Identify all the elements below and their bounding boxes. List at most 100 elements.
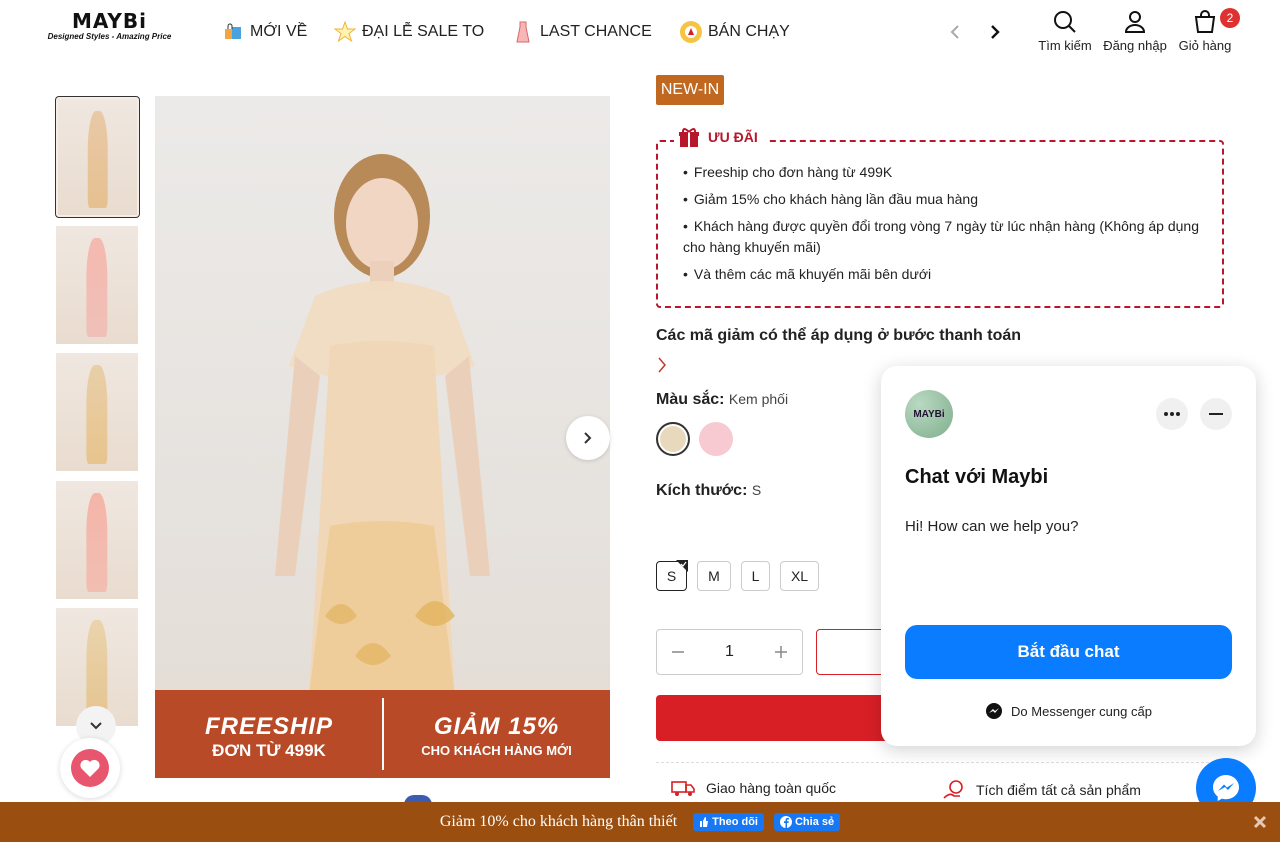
size-option-m[interactable]: M xyxy=(697,561,731,591)
search-button[interactable]: Tìm kiếm xyxy=(1029,10,1101,53)
chat-powered-label: Do Messenger cung cấp xyxy=(1011,703,1152,719)
delivery-truck-icon xyxy=(671,781,695,796)
user-icon xyxy=(1124,11,1146,33)
thumbs-up-icon xyxy=(700,817,709,827)
dress-icon xyxy=(512,21,534,43)
offer-title-label: ƯU ĐÃI xyxy=(708,129,758,145)
size-row: Kích thước: S xyxy=(656,482,761,500)
fb-follow-label: Theo dõi xyxy=(712,816,758,828)
chat-minimize-button[interactable] xyxy=(1200,398,1232,430)
points-hand-icon xyxy=(943,780,963,799)
cart-icon xyxy=(1194,10,1216,33)
quantity-value[interactable]: 1 xyxy=(725,643,734,661)
chat-more-button[interactable] xyxy=(1156,398,1188,430)
facebook-icon xyxy=(779,816,792,828)
perk-shipping-label: Giao hàng toàn quốc xyxy=(706,780,836,796)
divider xyxy=(656,762,1224,763)
plus-icon[interactable] xyxy=(774,645,788,659)
close-bar-button[interactable] xyxy=(1250,812,1270,832)
bestseller-badge-icon xyxy=(680,21,702,43)
quantity-stepper: 1 xyxy=(656,629,803,675)
nav-item-ban-chay[interactable]: BÁN CHẠY xyxy=(680,20,790,44)
product-main-image[interactable] xyxy=(155,96,610,778)
thumbnail-3[interactable] xyxy=(56,353,138,471)
cart-label: Giỏ hàng xyxy=(1178,38,1232,53)
maybi-logo[interactable]: MAYBi Designed Styles - Amazing Price xyxy=(47,10,172,44)
gift-icon xyxy=(679,128,699,147)
size-option-l[interactable]: L xyxy=(741,561,770,591)
cart-count-badge: 2 xyxy=(1220,8,1240,28)
messenger-chat-widget: MAYBi Chat với Maybi Hi! How can we help… xyxy=(881,366,1256,746)
minus-icon[interactable] xyxy=(671,645,685,659)
nav-next-button[interactable] xyxy=(985,22,1005,42)
start-chat-button[interactable]: Bắt đầu chat xyxy=(905,625,1232,679)
promo-freeship-sub: ĐƠN TỪ 499K xyxy=(212,741,326,760)
chevron-right-icon xyxy=(991,25,1000,39)
thumbnail-4[interactable] xyxy=(56,481,138,599)
promo-discount-title: GIẢM 15% xyxy=(433,713,560,740)
login-button[interactable]: Đăng nhập xyxy=(1099,10,1171,53)
nav-item-last-chance[interactable]: LAST CHANCE xyxy=(512,20,652,44)
nav-prev-button[interactable] xyxy=(945,22,965,42)
thumbnail-1[interactable] xyxy=(55,96,140,218)
close-icon xyxy=(1253,815,1267,829)
coupon-expand-button[interactable] xyxy=(656,355,668,380)
fb-share-label: Chia sẻ xyxy=(794,816,835,828)
chevron-left-icon xyxy=(950,25,959,39)
chat-powered-by: Do Messenger cung cấp xyxy=(881,702,1256,720)
check-icon xyxy=(676,560,688,572)
size-option-label: L xyxy=(751,568,760,584)
more-dots-icon xyxy=(1164,412,1180,416)
loyalty-text: Giảm 10% cho khách hàng thân thiết xyxy=(439,813,678,830)
size-label: Kích thước: xyxy=(656,482,748,499)
color-swatch-kem-phoi[interactable] xyxy=(656,422,690,456)
promo-freeship-title: FREESHIP xyxy=(204,713,334,740)
offer-item: Và thêm các mã khuyến mãi bên dưới xyxy=(683,264,1208,285)
nav-label: ĐẠI LỄ SALE TO xyxy=(362,23,485,40)
messenger-icon xyxy=(1213,775,1239,801)
perk-points-label: Tích điểm tất cả sản phẩm xyxy=(976,782,1141,798)
perk-points: Tích điểm tất cả sản phẩm xyxy=(942,778,1141,802)
fb-follow-button[interactable]: Theo dõi xyxy=(693,813,764,831)
nav-item-moi-ve[interactable]: MỚI VỀ xyxy=(222,20,307,44)
logo-tagline: Designed Styles - Amazing Price xyxy=(47,32,172,41)
sale-star-icon xyxy=(334,21,356,43)
nav-label: LAST CHANCE xyxy=(540,23,652,40)
offer-list: Freeship cho đơn hàng từ 499K Giảm 15% c… xyxy=(683,162,1208,291)
chevron-right-icon xyxy=(584,432,592,444)
nav-label: MỚI VỀ xyxy=(250,23,308,40)
shopping-bags-icon xyxy=(222,21,244,43)
image-next-button[interactable] xyxy=(566,416,610,460)
promo-freeship: FREESHIP ĐƠN TỪ 499K xyxy=(155,690,383,778)
nav-item-dai-le-sale-to[interactable]: ĐẠI LỄ SALE TO xyxy=(334,20,484,44)
chevron-right-icon xyxy=(658,357,666,373)
chevron-down-icon xyxy=(90,722,102,730)
heart-icon xyxy=(80,759,100,777)
logo-wordmark: MAYBi xyxy=(71,9,148,33)
model-photo xyxy=(275,154,490,696)
offer-title: ƯU ĐÃI xyxy=(674,126,766,148)
perk-shipping: Giao hàng toàn quốc xyxy=(670,778,836,798)
site-header: MAYBi Designed Styles - Amazing Price MỚ… xyxy=(0,0,1280,66)
size-value: S xyxy=(751,482,762,498)
chat-greeting: Hi! How can we help you? xyxy=(905,518,1079,535)
chat-avatar: MAYBi xyxy=(905,390,953,438)
color-value: Kem phối xyxy=(728,391,789,407)
loyalty-bar: Giảm 10% cho khách hàng thân thiết Theo … xyxy=(0,802,1280,842)
color-label: Màu sắc: xyxy=(656,391,725,408)
nav-label: BÁN CHẠY xyxy=(708,23,790,40)
wishlist-button[interactable] xyxy=(60,738,120,798)
size-option-xl[interactable]: XL xyxy=(780,561,819,591)
search-label: Tìm kiếm xyxy=(1038,38,1092,53)
size-option-label: XL xyxy=(790,568,809,584)
promo-discount-sub: CHO KHÁCH HÀNG MỚI xyxy=(421,743,572,758)
size-option-s[interactable]: S xyxy=(656,560,688,591)
offer-item: Freeship cho đơn hàng từ 499K xyxy=(683,162,1208,183)
thumbnail-2[interactable] xyxy=(56,226,138,344)
fb-share-button[interactable]: Chia sẻ xyxy=(773,813,841,831)
buy-now-button[interactable] xyxy=(656,695,896,741)
messenger-icon xyxy=(986,703,1003,719)
color-swatch-pink[interactable] xyxy=(699,422,733,456)
minimize-icon xyxy=(1209,413,1223,415)
new-in-badge: NEW-IN xyxy=(656,75,724,105)
